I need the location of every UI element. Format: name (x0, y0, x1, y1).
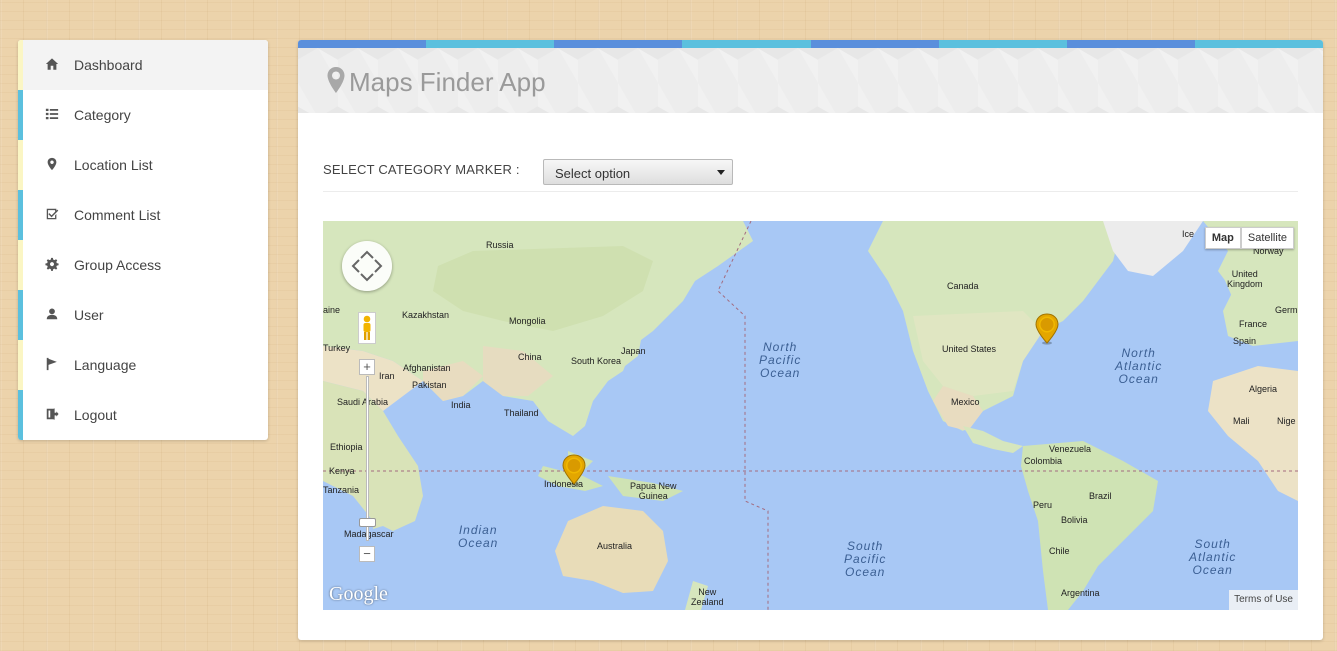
sidebar-item-label: Location List (74, 157, 153, 173)
sidebar-item-user[interactable]: User (18, 290, 268, 340)
select-value: Select option (555, 166, 631, 181)
sidebar-item-comment-list[interactable]: Comment List (18, 190, 268, 240)
gear-icon (44, 256, 60, 272)
pan-up-icon (360, 250, 374, 259)
sidebar-item-category[interactable]: Category (18, 90, 268, 140)
map-label-peru: Peru (1033, 500, 1053, 510)
caret-down-icon (717, 170, 725, 175)
map-label-united-kingdom: United Kingdom (1227, 269, 1263, 289)
map-label-spain: Spain (1233, 336, 1257, 346)
category-marker-label: SELECT CATEGORY MARKER : (323, 162, 520, 177)
category-select[interactable]: Select option (543, 159, 733, 185)
map-label-india: India (451, 400, 471, 410)
marker-indonesia[interactable] (561, 454, 587, 486)
map-marker-icon (44, 156, 60, 172)
home-icon (44, 56, 60, 72)
map-label-thailand: Thailand (504, 408, 539, 418)
panel-header: Maps Finder App (298, 48, 1323, 113)
ocean-label-north-pacific: North Pacific Ocean (759, 340, 802, 380)
map-label-venezuela: Venezuela (1049, 444, 1092, 454)
main-panel: Maps Finder App SELECT CATEGORY MARKER :… (298, 40, 1323, 640)
ocean-label-south-pacific: South Pacific Ocean (844, 539, 887, 579)
map-label-argentina: Argentina (1061, 588, 1100, 598)
map-label-kazakhstan: Kazakhstan (402, 310, 450, 320)
map-label-united-states: United States (942, 344, 997, 354)
marker-united-states[interactable] (1034, 313, 1060, 345)
flag-icon (44, 356, 60, 372)
ocean-label-north-atlantic: North Atlantic Ocean (1115, 346, 1163, 386)
logout-icon (44, 406, 60, 422)
page-title: Maps Finder App (349, 67, 546, 97)
map-label-france: France (1239, 319, 1268, 329)
sidebar-item-location-list[interactable]: Location List (18, 140, 268, 190)
map-label-mongolia: Mongolia (509, 316, 546, 326)
sidebar-item-logout[interactable]: Logout (18, 390, 268, 440)
map-label-germany: Germ (1275, 305, 1298, 315)
map-label-australia: Australia (597, 541, 633, 551)
map-marker-icon (326, 66, 346, 94)
map-tiles (323, 221, 1298, 610)
zoom-slider-track[interactable] (366, 376, 369, 541)
map-type-control: Map Satellite (1204, 227, 1294, 249)
header-color-bar (298, 40, 1323, 48)
sidebar-item-label: Dashboard (74, 57, 143, 73)
sidebar-nav: Dashboard Category Location List Comment… (18, 40, 268, 440)
map-type-satellite-button[interactable]: Satellite (1240, 227, 1294, 249)
user-icon (44, 306, 60, 322)
zoom-in-button[interactable]: + (359, 359, 375, 375)
sidebar-item-label: Logout (74, 407, 117, 423)
map-label-niger: Nige (1277, 416, 1296, 426)
map-label-mali: Mali (1233, 416, 1250, 426)
sidebar-item-label: Comment List (74, 207, 161, 223)
map-label-bolivia: Bolivia (1061, 515, 1088, 525)
map-label-canada: Canada (947, 281, 979, 291)
map-label-turkey: Turkey (323, 343, 351, 353)
pan-right-icon (374, 259, 383, 273)
ocean-label-indian: Indian Ocean (458, 523, 499, 550)
google-logo: Google (329, 583, 388, 605)
map-label-mexico: Mexico (951, 397, 980, 407)
map-label-iran: Iran (379, 371, 395, 381)
sidebar-item-group-access[interactable]: Group Access (18, 240, 268, 290)
sidebar-item-label: Category (74, 107, 131, 123)
pan-left-icon (351, 259, 360, 273)
map-label-tanzania: Tanzania (323, 485, 360, 495)
map-label-colombia: Colombia (1024, 456, 1063, 466)
sidebar-item-label: Language (74, 357, 137, 373)
map-label-chile: Chile (1049, 546, 1070, 556)
street-view-pegman[interactable] (358, 312, 376, 344)
map-label-saudi-arabia: Saudi Arabia (337, 397, 389, 407)
map-label-algeria: Algeria (1249, 384, 1278, 394)
map-label-brazil: Brazil (1089, 491, 1112, 501)
pan-control[interactable] (342, 241, 392, 291)
map-label-south-korea: South Korea (571, 356, 622, 366)
map-label-papua-new-guinea: Papua New Guinea (630, 481, 677, 501)
ocean-label-south-atlantic: South Atlantic Ocean (1189, 537, 1237, 577)
list-icon (44, 106, 60, 122)
map-label-russia: Russia (486, 240, 514, 250)
map-label-ukraine: aine (323, 305, 341, 315)
sidebar-item-label: User (74, 307, 104, 323)
map-label-ethiopia: Ethiopia (330, 442, 363, 452)
map-label-kenya: Kenya (329, 466, 355, 476)
sidebar-item-label: Group Access (74, 257, 162, 273)
map-label-japan: Japan (621, 346, 646, 356)
map-label-afghanistan: Afghanistan (403, 363, 451, 373)
map-label-new-zealand: New Zealand (691, 587, 724, 607)
zoom-slider-handle[interactable] (359, 518, 376, 527)
map-label-china: China (518, 352, 542, 362)
sidebar-item-dashboard[interactable]: Dashboard (18, 40, 268, 90)
world-map[interactable]: Russia Kazakhstan Mongolia China South K… (323, 221, 1298, 610)
zoom-out-button[interactable]: − (359, 546, 375, 562)
sidebar-item-language[interactable]: Language (18, 340, 268, 390)
map-label-pakistan: Pakistan (412, 380, 447, 390)
checkbox-icon (44, 206, 60, 222)
map-type-map-button[interactable]: Map (1204, 227, 1241, 249)
category-filter-row: SELECT CATEGORY MARKER : Select option (323, 158, 1298, 192)
pegman-icon (363, 315, 371, 340)
pan-down-icon (360, 273, 374, 282)
map-label-iceland: Ice (1181, 229, 1194, 239)
terms-of-use-link[interactable]: Terms of Use (1229, 590, 1298, 610)
